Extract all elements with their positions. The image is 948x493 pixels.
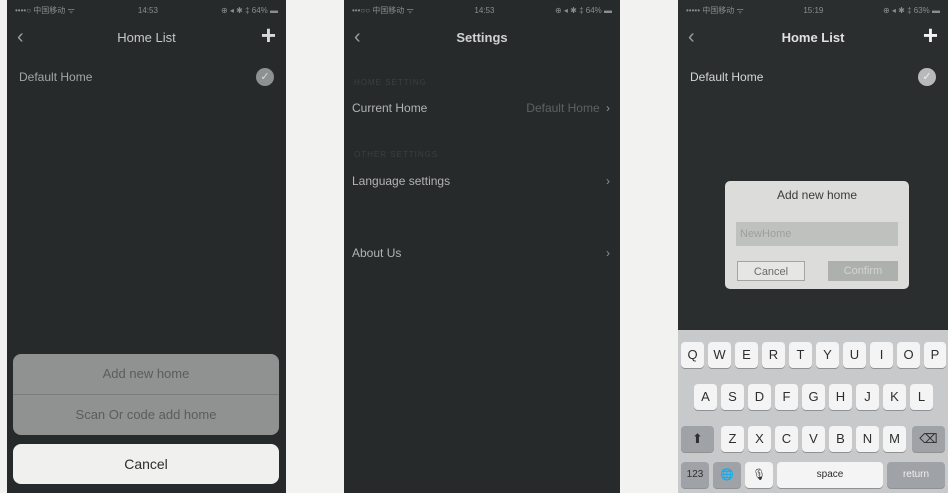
keyboard-row-1: Q W E R T Y U I O P <box>678 342 948 368</box>
status-bar: ••••• 中国移动 ᯤ 15:19 ⊕ ◂ ✱ ‡ 63% ▬ <box>678 0 948 20</box>
add-icon[interactable]: + <box>261 22 276 48</box>
dialog-confirm-button[interactable]: Confirm <box>828 261 898 281</box>
return-key[interactable]: return <box>887 462 945 488</box>
keyboard-row-4: 123 🌐 🎙 space return <box>678 462 948 488</box>
keyboard: Q W E R T Y U I O P A S D F G H J K L ⬆ … <box>678 330 948 493</box>
key-r[interactable]: R <box>762 342 785 368</box>
key-z[interactable]: Z <box>721 426 744 452</box>
status-time: 14:53 <box>474 5 495 15</box>
key-y[interactable]: Y <box>816 342 839 368</box>
key-n[interactable]: N <box>856 426 879 452</box>
about-us-label: About Us <box>352 246 402 260</box>
home-name-input[interactable]: NewHome <box>736 222 898 246</box>
screen-settings: •••○○ 中国移动 ᯤ 14:53 ⊕ ◂ ✱ ‡ 64% ▬ ‹ Setti… <box>344 0 620 493</box>
section-header-home: HOME SETTING <box>354 78 427 87</box>
home-name: Default Home <box>690 70 764 84</box>
keyboard-row-3: ⬆ Z X C V B N M ⌫ <box>678 426 948 452</box>
status-time: 15:19 <box>803 5 824 15</box>
chevron-right-icon: › <box>606 246 610 260</box>
carrier-text: •••○○ 中国移动 ᯤ <box>352 5 414 15</box>
key-x[interactable]: X <box>748 426 771 452</box>
key-w[interactable]: W <box>708 342 731 368</box>
action-sheet: Add new home Scan Or code add home <box>13 354 279 435</box>
back-arrow-icon[interactable]: ‹ <box>354 26 361 49</box>
page-title: Home List <box>781 29 845 45</box>
microphone-icon[interactable]: 🎙 <box>745 462 773 488</box>
screen-add-home-dialog: ••••• 中国移动 ᯤ 15:19 ⊕ ◂ ✱ ‡ 63% ▬ ‹ Home … <box>678 0 948 493</box>
battery-indicator: ⊕ ◂ ✱ ‡ 64% ▬ <box>554 5 612 15</box>
key-t[interactable]: T <box>789 342 812 368</box>
key-i[interactable]: I <box>870 342 893 368</box>
status-bar: ••••○ 中国移动 ᯤ 14:53 ⊕ ◂ ✱ ‡ 64% ▬ <box>7 0 286 20</box>
key-l[interactable]: L <box>910 384 933 410</box>
check-icon: ✓ <box>918 68 936 86</box>
key-u[interactable]: U <box>843 342 866 368</box>
status-bar: •••○○ 中国移动 ᯤ 14:53 ⊕ ◂ ✱ ‡ 64% ▬ <box>344 0 620 20</box>
key-v[interactable]: V <box>802 426 825 452</box>
keyboard-row-2: A S D F G H J K L <box>678 384 948 410</box>
status-time: 14:53 <box>137 5 158 15</box>
home-row-default[interactable]: Default Home ✓ <box>678 68 948 86</box>
space-key[interactable]: space <box>777 462 883 488</box>
key-g[interactable]: G <box>802 384 825 410</box>
key-p[interactable]: P <box>924 342 946 368</box>
chevron-right-icon: › <box>606 101 610 115</box>
nav-bar: ‹ Home List + <box>7 20 286 54</box>
add-home-dialog: Add new home NewHome Cancel Confirm <box>725 181 909 289</box>
page-title: Home List <box>117 29 176 45</box>
language-settings-label: Language settings <box>352 174 451 188</box>
battery-indicator: ⊕ ◂ ✱ ‡ 64% ▬ <box>220 5 278 15</box>
dialog-title: Add new home <box>776 188 858 202</box>
key-h[interactable]: H <box>829 384 852 410</box>
add-icon[interactable]: + <box>923 22 938 48</box>
language-settings-row[interactable]: Language settings › <box>352 174 610 188</box>
dialog-cancel-button[interactable]: Cancel <box>737 261 805 281</box>
nav-bar: ‹ Settings <box>344 20 620 54</box>
current-home-value: Default Home <box>526 101 600 115</box>
delete-key-icon[interactable]: ⌫ <box>912 426 945 452</box>
key-s[interactable]: S <box>721 384 744 410</box>
screen-home-list-sheet: ••••○ 中国移动 ᯤ 14:53 ⊕ ◂ ✱ ‡ 64% ▬ ‹ Home … <box>7 0 286 493</box>
chevron-right-icon: › <box>606 174 610 188</box>
key-m[interactable]: M <box>883 426 906 452</box>
nav-bar: ‹ Home List + <box>678 20 948 54</box>
numbers-key[interactable]: 123 <box>681 462 709 488</box>
carrier-text: ••••○ 中国移动 ᯤ <box>15 5 75 15</box>
back-arrow-icon[interactable]: ‹ <box>17 26 24 49</box>
section-header-other: OTHER SETTINGS <box>354 150 439 159</box>
battery-indicator: ⊕ ◂ ✱ ‡ 63% ▬ <box>882 5 940 15</box>
key-k[interactable]: K <box>883 384 906 410</box>
key-f[interactable]: F <box>775 384 798 410</box>
about-us-row[interactable]: About Us › <box>352 246 610 260</box>
key-b[interactable]: B <box>829 426 852 452</box>
key-a[interactable]: A <box>694 384 717 410</box>
shift-key-icon[interactable]: ⬆ <box>681 426 714 452</box>
key-o[interactable]: O <box>897 342 920 368</box>
cancel-button[interactable]: Cancel <box>13 444 279 484</box>
page-title: Settings <box>456 29 508 45</box>
key-d[interactable]: D <box>748 384 771 410</box>
scan-code-add-home-option[interactable]: Scan Or code add home <box>13 395 279 435</box>
back-arrow-icon[interactable]: ‹ <box>688 26 695 49</box>
carrier-text: ••••• 中国移动 ᯤ <box>686 5 744 15</box>
add-new-home-option[interactable]: Add new home <box>13 354 279 394</box>
key-q[interactable]: Q <box>681 342 704 368</box>
key-c[interactable]: C <box>775 426 798 452</box>
globe-icon[interactable]: 🌐 <box>713 462 741 488</box>
key-j[interactable]: J <box>856 384 879 410</box>
check-icon: ✓ <box>256 68 274 86</box>
home-name: Default Home <box>19 70 93 84</box>
current-home-label: Current Home <box>352 101 428 115</box>
current-home-row[interactable]: Current Home Default Home › <box>352 101 610 115</box>
key-e[interactable]: E <box>735 342 758 368</box>
home-row-default[interactable]: Default Home ✓ <box>7 68 286 86</box>
